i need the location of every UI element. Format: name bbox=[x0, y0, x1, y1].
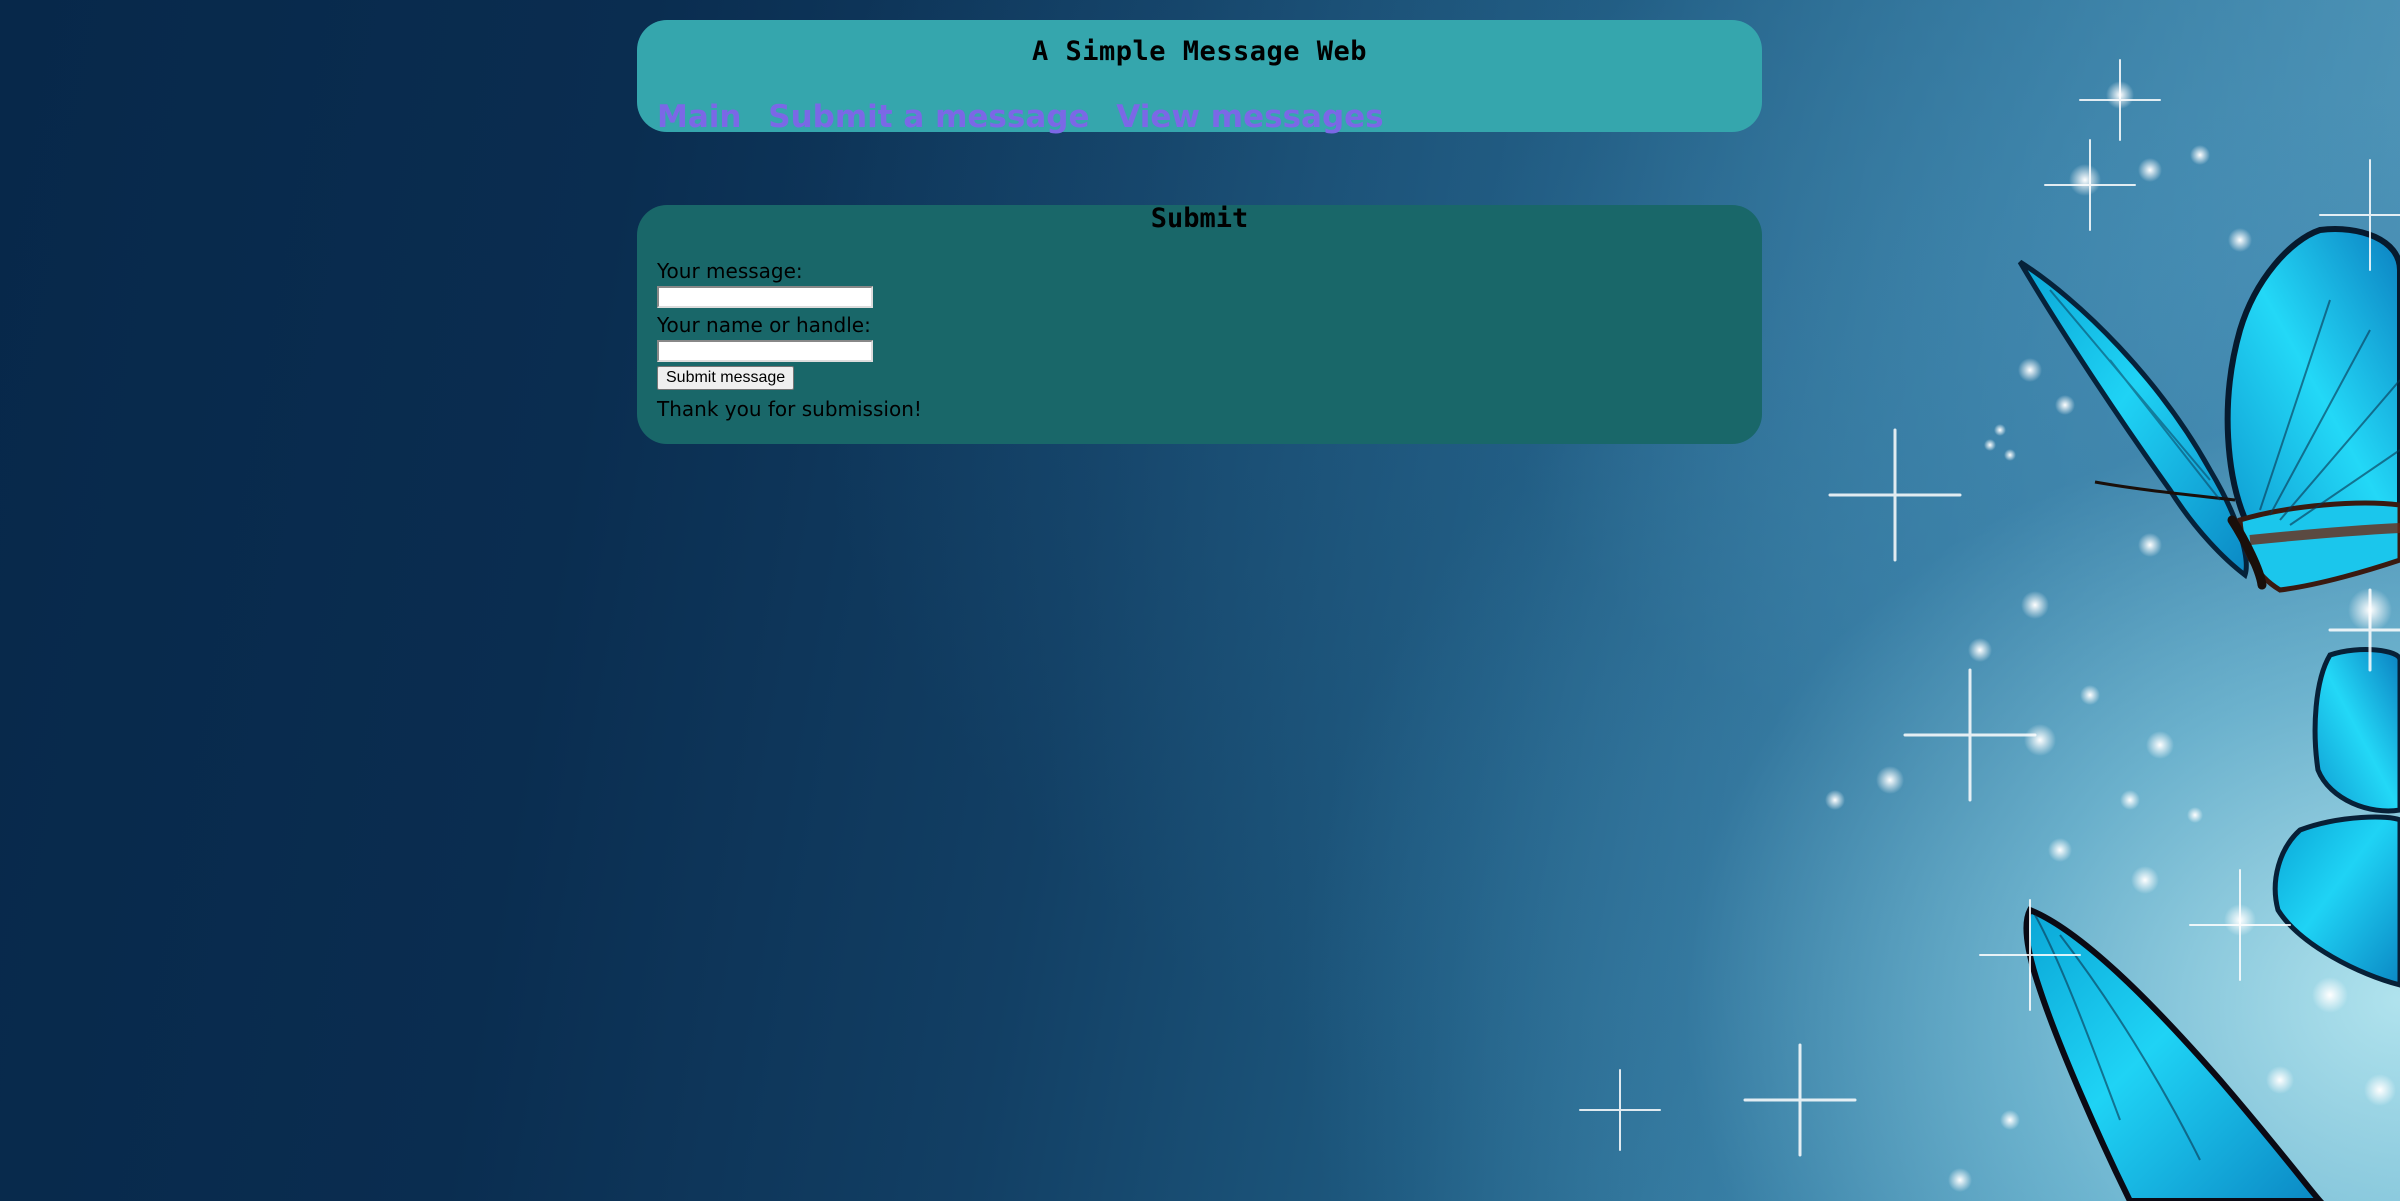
middle-butterfly bbox=[2272, 647, 2400, 988]
nav-link-main[interactable]: Main bbox=[657, 99, 741, 135]
sparkles bbox=[1825, 81, 2396, 1192]
message-input[interactable] bbox=[657, 286, 873, 308]
header-panel: A Simple Message Web Main Submit a messa… bbox=[637, 20, 1762, 133]
upper-butterfly bbox=[2017, 226, 2400, 593]
site-title: A Simple Message Web bbox=[1031, 36, 1368, 67]
nav-link-view-messages[interactable]: View messages bbox=[1116, 99, 1383, 135]
main-nav: Main Submit a message View messages bbox=[657, 102, 1400, 133]
message-label: Your message: bbox=[657, 259, 803, 283]
nav-link-submit-message[interactable]: Submit a message bbox=[768, 99, 1089, 135]
submit-message-button[interactable]: Submit message bbox=[657, 366, 795, 390]
submit-form: Your message: Your name or handle: Submi… bbox=[657, 258, 922, 422]
submit-section-title: Submit bbox=[1150, 203, 1249, 234]
lower-butterfly bbox=[2023, 906, 2325, 1201]
confirmation-message: Thank you for submission! bbox=[657, 397, 922, 421]
butterfly-background-image bbox=[1579, 59, 2400, 1201]
name-input[interactable] bbox=[657, 340, 873, 362]
name-label: Your name or handle: bbox=[657, 313, 871, 337]
